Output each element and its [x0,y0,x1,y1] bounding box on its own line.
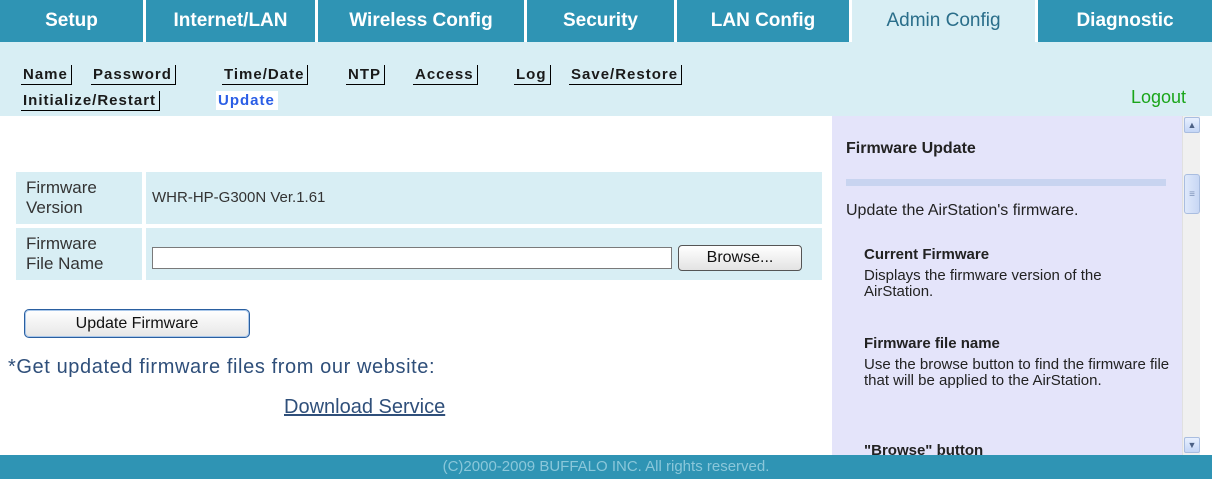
firmware-update-panel: Firmware Version WHR-HP-G300N Ver.1.61 F… [0,116,832,455]
help-scrollbar[interactable]: ▲ ≡ ▼ [1182,116,1201,455]
help-heading-browse-button: "Browse" button [864,442,984,455]
subtab-save-restore[interactable]: Save/Restore [569,65,683,85]
tab-internet-lan[interactable]: Internet/LAN [146,0,315,42]
tab-admin-config[interactable]: Admin Config [852,0,1035,42]
tab-wireless-config[interactable]: Wireless Config [318,0,524,42]
scroll-up-icon[interactable]: ▲ [1184,117,1200,133]
firmware-version-value: WHR-HP-G300N Ver.1.61 [152,189,326,206]
help-panel: Firmware Update Update the AirStation's … [832,116,1182,455]
subtab-ntp[interactable]: NTP [346,65,385,85]
tab-security[interactable]: Security [527,0,674,42]
help-title: Firmware Update [846,140,976,157]
scrollbar-thumb[interactable]: ≡ [1184,174,1200,214]
update-firmware-button[interactable]: Update Firmware [24,309,250,338]
firmware-version-label-line2: Version [26,198,83,217]
scroll-down-icon[interactable]: ▼ [1184,437,1200,453]
help-text-firmware-file-name: Use the browse button to find the firmwa… [864,356,1170,389]
tab-lan-config[interactable]: LAN Config [677,0,849,42]
subtab-access[interactable]: Access [413,65,478,85]
logout-link[interactable]: Logout [1131,87,1186,108]
subtab-name[interactable]: Name [21,65,72,85]
firmware-website-note: *Get updated firmware files from our web… [8,356,436,378]
subtab-password[interactable]: Password [91,65,176,85]
help-heading-firmware-file-name: Firmware file name [864,335,1000,352]
help-text-current-firmware: Displays the firmware version of the Air… [864,267,1102,300]
help-intro: Update the AirStation's firmware. [846,202,1079,219]
subtab-initialize-restart[interactable]: Initialize/Restart [21,91,161,111]
firmware-file-input[interactable] [152,247,672,269]
footer: (C)2000-2009 BUFFALO INC. All rights res… [0,455,1212,479]
firmware-version-row: Firmware Version WHR-HP-G300N Ver.1.61 [16,172,822,224]
download-service-link[interactable]: Download Service [284,396,445,419]
tab-setup[interactable]: Setup [0,0,143,42]
copyright-text: (C)2000-2009 BUFFALO INC. All rights res… [442,458,770,475]
subtab-update[interactable]: Update [216,91,278,110]
firmware-version-cell: WHR-HP-G300N Ver.1.61 [146,172,822,224]
firmware-file-row: Firmware File Name Browse... [16,228,822,280]
firmware-version-label: Firmware Version [16,172,142,224]
right-margin [1200,116,1212,455]
main-nav: Setup Internet/LAN Wireless Config Secur… [0,0,1212,42]
browse-button[interactable]: Browse... [678,245,802,271]
help-heading-current-firmware: Current Firmware [864,246,990,263]
subtab-time-date[interactable]: Time/Date [222,65,309,85]
firmware-file-cell: Browse... [146,228,822,280]
help-divider [846,179,1166,186]
firmware-file-label-line1: Firmware [26,234,97,253]
sub-nav: Name Password Time/Date NTP Access Log S… [0,42,1212,116]
firmware-file-label: Firmware File Name [16,228,142,280]
firmware-file-label-line2: File Name [26,254,104,273]
tab-diagnostic[interactable]: Diagnostic [1038,0,1212,42]
firmware-version-label-line1: Firmware [26,178,97,197]
subtab-log[interactable]: Log [514,65,551,85]
